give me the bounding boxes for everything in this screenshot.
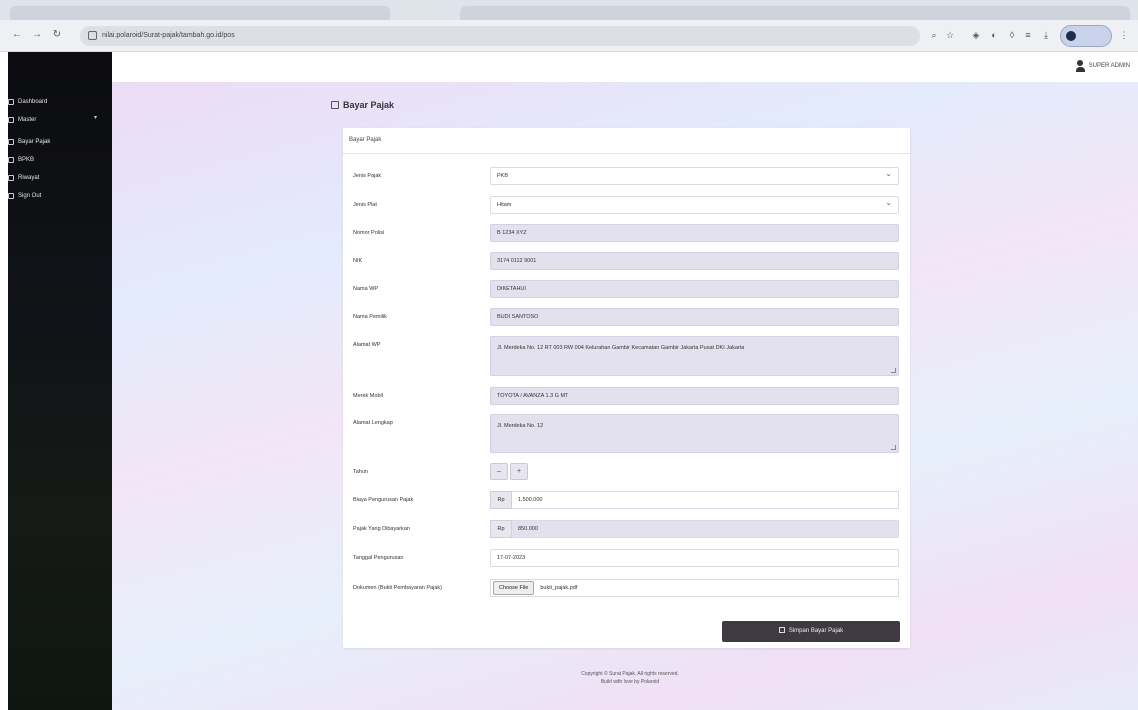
jenis-plat-select[interactable]: Hitam — [490, 196, 899, 214]
document-icon — [8, 157, 14, 163]
alamat-wp-label: Alamat WP — [353, 342, 381, 348]
pajak-field: Rp 850.000 — [490, 520, 899, 538]
alamat-lengkap-value: Jl. Merdeka No. 12 — [497, 423, 544, 429]
profile-avatar-icon — [1066, 31, 1076, 41]
extension-icon[interactable]: ◊ — [1006, 29, 1018, 41]
sidebar-item-label: Master — [18, 117, 37, 123]
browser-toolbar: ← → ↻ nilai.polaroid/Surat-pajak/tambah.… — [0, 20, 1138, 52]
sidebar-item-riwayat[interactable]: Riwayat — [8, 172, 39, 184]
browser-tab[interactable] — [460, 6, 1130, 20]
sidebar-item-dashboard[interactable]: Dashboard — [8, 96, 47, 108]
sidebar-item-sign-out[interactable]: Sign Out — [8, 190, 41, 202]
biaya-field: Rp 1.500.000 — [490, 491, 899, 509]
bookmark-star-icon[interactable]: ☆ — [944, 29, 956, 41]
currency-prefix: Rp — [490, 491, 512, 509]
address-bar[interactable]: nilai.polaroid/Surat-pajak/tambah.go.id/… — [80, 26, 920, 46]
nomor-polisi-label: Nomor Polisi — [353, 230, 385, 236]
nama-wp-label: Nama WP — [353, 286, 379, 292]
sidebar-item-label: Sign Out — [18, 193, 42, 199]
sidebar-item-bayar-pajak[interactable]: Bayar Pajak — [8, 136, 50, 148]
extension-icon[interactable]: ◈ — [970, 29, 982, 41]
file-name: bukti_pajak.pdf — [540, 585, 578, 591]
receipt-icon — [8, 139, 14, 145]
increment-button[interactable]: + — [510, 463, 528, 480]
dokumen-file-input: Choose File bukti_pajak.pdf — [490, 579, 899, 597]
alamat-wp-value: Jl. Merdeka No. 12 RT 003 RW 004 Kelurah… — [497, 345, 745, 351]
nik-field[interactable]: 3174 0112 9001 — [490, 252, 899, 270]
sidebar-item-label: Bayar Pajak — [18, 139, 51, 145]
search-icon[interactable]: ⌕ — [928, 29, 940, 41]
jenis-plat-label: Jenis Plat — [353, 202, 377, 208]
site-info-icon[interactable] — [88, 31, 97, 40]
tahun-stepper: – + — [490, 463, 528, 480]
merek-mobil-label: Merek Mobil — [353, 393, 383, 399]
nomor-polisi-field[interactable]: B 1234 XYZ — [490, 224, 899, 242]
logout-icon — [8, 193, 14, 199]
resize-handle-icon[interactable] — [891, 368, 896, 373]
extension-icon[interactable]: ≡ — [1022, 29, 1034, 41]
dokumen-label: Dokumen (Bukti Pembayaran Pajak) — [353, 585, 442, 591]
alamat-lengkap-textarea[interactable]: Jl. Merdeka No. 12 — [490, 414, 899, 453]
pajak-input[interactable]: 850.000 — [512, 520, 899, 538]
forward-icon[interactable]: → — [30, 28, 44, 42]
topbar: SUPER ADMIN — [112, 52, 1138, 82]
footer-copyright: Copyright © Surat Pajak. All rights rese… — [581, 671, 679, 677]
footer: Copyright © Surat Pajak. All rights rese… — [540, 670, 720, 686]
home-icon — [8, 99, 14, 105]
folder-icon — [8, 117, 14, 123]
browser-tab-strip — [0, 0, 1138, 20]
card-header: Bayar Pajak — [343, 128, 910, 154]
back-icon[interactable]: ← — [10, 28, 24, 42]
save-icon — [778, 627, 785, 633]
nama-pemilik-field[interactable]: BUDI SANTOSO — [490, 308, 899, 326]
choose-file-button[interactable]: Choose File — [493, 581, 535, 595]
tanggal-label: Tanggal Pengurusan — [353, 555, 404, 561]
browser-tab[interactable] — [10, 6, 390, 20]
user-menu[interactable]: SUPER ADMIN — [1075, 60, 1130, 72]
sidebar — [8, 52, 112, 710]
jenis-pajak-select[interactable]: PKB — [490, 167, 899, 185]
resize-handle-icon[interactable] — [891, 445, 896, 450]
footer-credit: Build with love by Polaroid — [600, 679, 660, 685]
biaya-label: Biaya Pengurusan Pajak — [353, 497, 414, 503]
history-icon — [8, 175, 14, 181]
chevron-down-icon[interactable]: ▾ — [94, 114, 97, 121]
user-icon — [1075, 60, 1085, 72]
alamat-wp-textarea[interactable]: Jl. Merdeka No. 12 RT 003 RW 004 Kelurah… — [490, 336, 899, 376]
nama-wp-field[interactable]: DIKETAHUI — [490, 280, 899, 298]
sidebar-item-label: Riwayat — [18, 175, 40, 181]
url-text: nilai.polaroid/Surat-pajak/tambah.go.id/… — [102, 32, 235, 39]
nama-pemilik-label: Nama Pemilik — [353, 314, 387, 320]
sidebar-item-bpkb[interactable]: BPKB — [8, 154, 34, 166]
nik-label: NIK — [353, 258, 363, 264]
page-title: Bayar Pajak — [331, 100, 394, 110]
tanggal-input[interactable]: 17-07-2023 — [490, 549, 899, 567]
jenis-pajak-label: Jenis Pajak — [353, 173, 382, 179]
download-icon[interactable]: ⤓ — [1040, 29, 1052, 41]
receipt-icon — [331, 101, 339, 109]
pajak-label: Pajak Yang Dibayarkan — [353, 526, 410, 532]
alamat-lengkap-label: Alamat Lengkap — [353, 420, 393, 426]
sidebar-item-label: Dashboard — [18, 99, 48, 105]
sidebar-item-label: BPKB — [18, 157, 35, 163]
menu-icon[interactable]: ⋮ — [1118, 29, 1130, 41]
extension-icon[interactable]: ◐ — [988, 29, 1000, 41]
page-title-text: Bayar Pajak — [343, 100, 395, 110]
submit-label: Simpan Bayar Pajak — [788, 628, 844, 634]
decrement-button[interactable]: – — [490, 463, 508, 480]
sidebar-item-master[interactable]: Master — [8, 114, 36, 126]
submit-button[interactable]: Simpan Bayar Pajak — [722, 621, 900, 642]
profile-button[interactable] — [1060, 25, 1112, 47]
tahun-label: Tahun — [353, 469, 368, 475]
user-name: SUPER ADMIN — [1088, 63, 1130, 69]
currency-prefix: Rp — [490, 520, 512, 538]
reload-icon[interactable]: ↻ — [50, 28, 64, 42]
biaya-input[interactable]: 1.500.000 — [512, 491, 899, 509]
merek-mobil-field[interactable]: TOYOTA / AVANZA 1.3 G MT — [490, 387, 899, 405]
